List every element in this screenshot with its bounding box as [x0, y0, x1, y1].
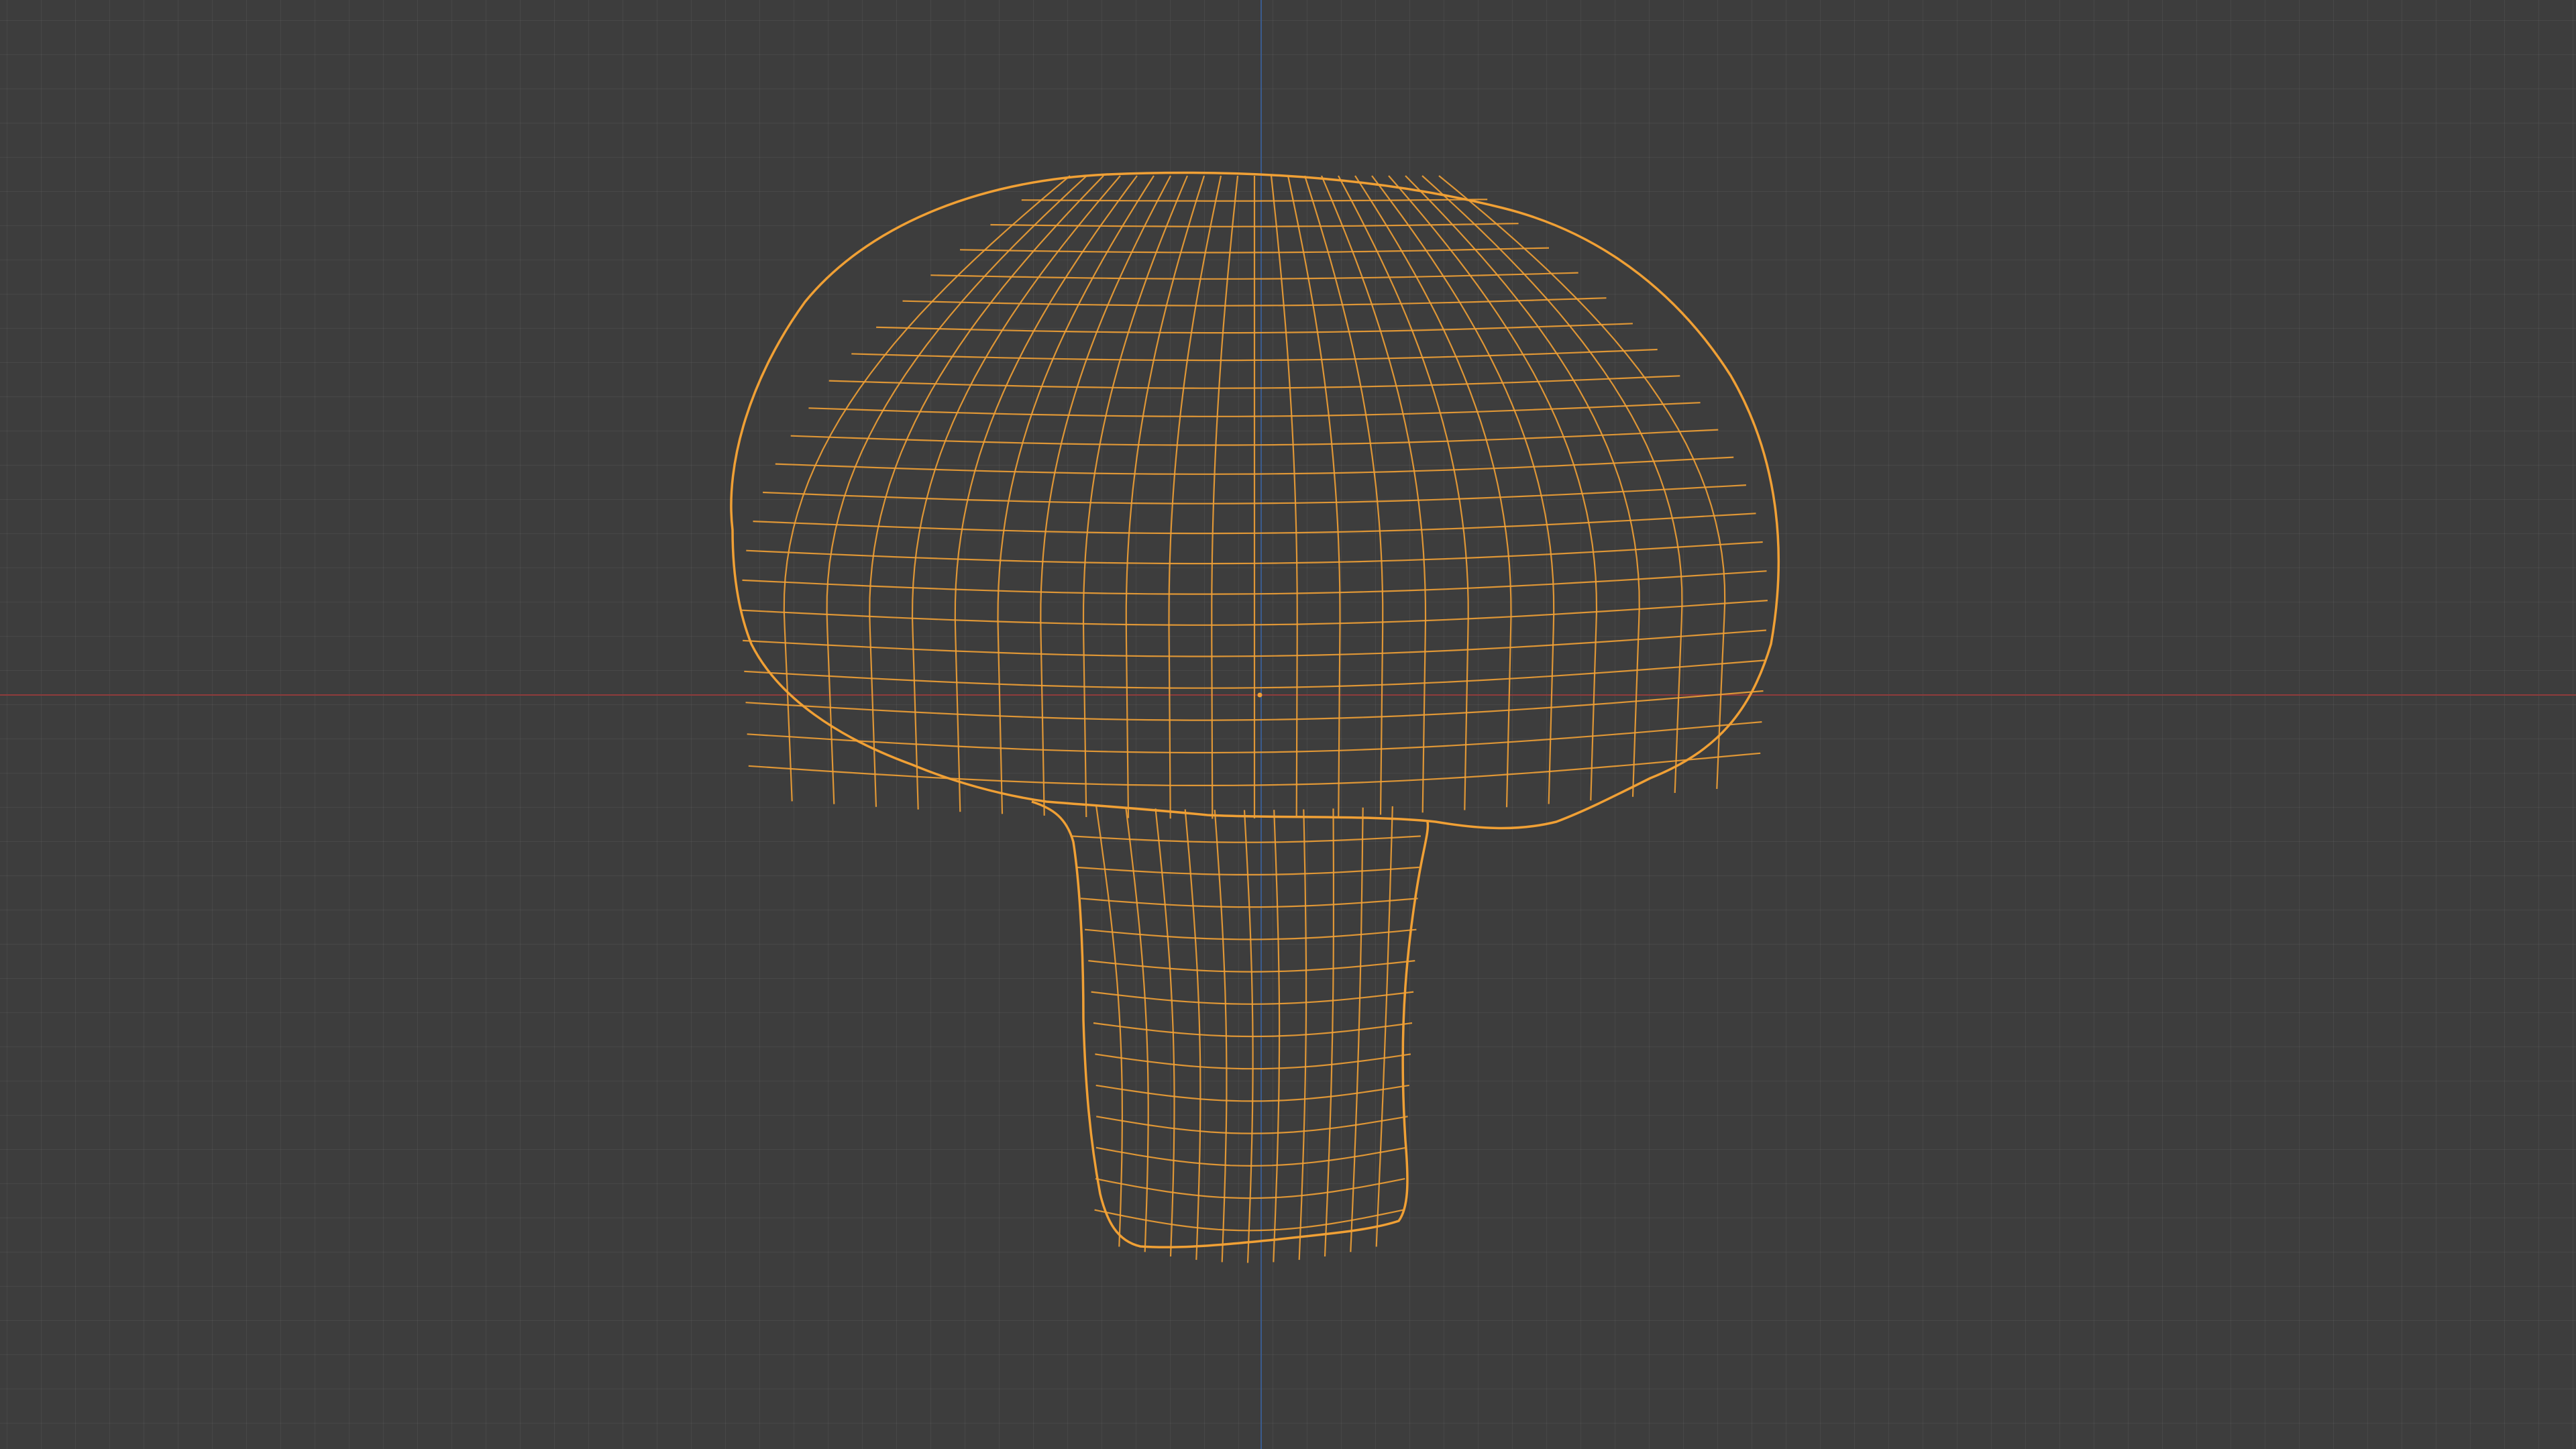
mushroom-wireframe-mesh[interactable] — [0, 0, 2576, 1449]
wire-edge — [1082, 175, 1189, 818]
wire-edge — [1125, 175, 1205, 818]
object-origin-dot[interactable] — [1257, 692, 1263, 698]
wire-edge — [1270, 175, 1298, 818]
wire-edge — [954, 175, 1138, 812]
wire-edge — [1211, 175, 1239, 819]
mushroom-cap-wireframe[interactable] — [741, 175, 1768, 819]
wire-edge — [1354, 175, 1512, 808]
wire-edge — [1338, 175, 1469, 810]
3d-viewport[interactable] — [0, 0, 2576, 1449]
mushroom-stem-wireframe[interactable] — [1071, 806, 1421, 1263]
